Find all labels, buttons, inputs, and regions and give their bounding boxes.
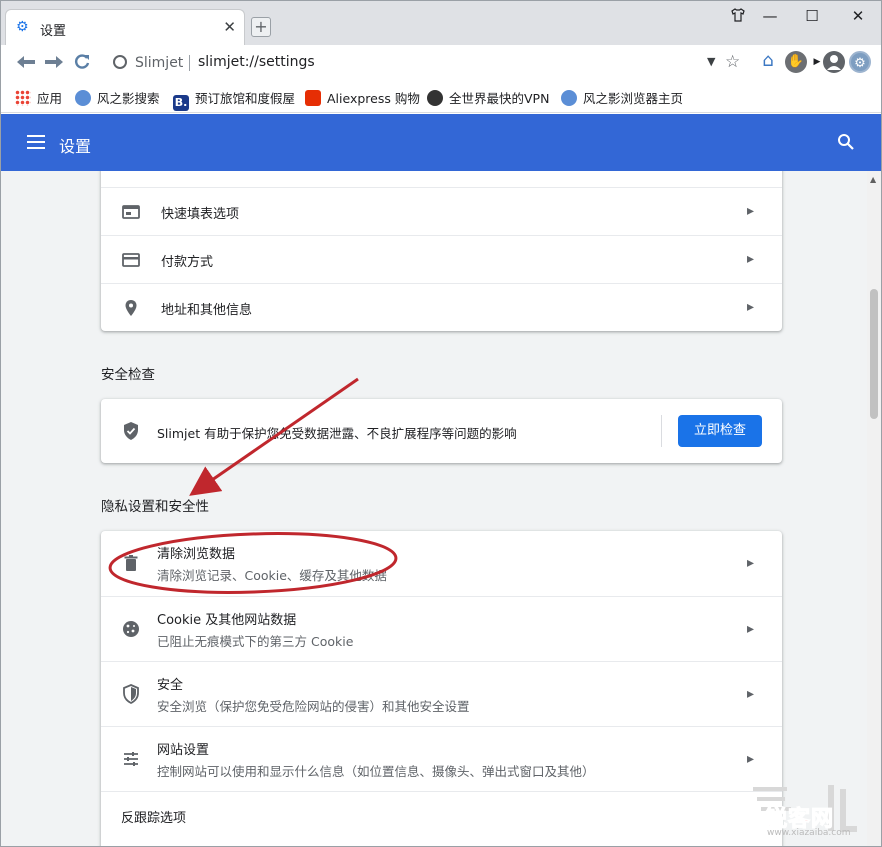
bookmark-vpn[interactable]: 全世界最快的VPN bbox=[427, 88, 549, 107]
payment-row[interactable]: 付款方式 ▸ bbox=[101, 235, 782, 283]
settings-header: 设置 bbox=[1, 114, 881, 171]
bookmark-search[interactable]: 风之影搜索 bbox=[75, 88, 160, 107]
close-tab-icon[interactable]: ✕ bbox=[223, 18, 236, 36]
search-icon[interactable] bbox=[837, 133, 855, 151]
reload-icon[interactable] bbox=[73, 53, 91, 76]
chevron-right-icon: ▸ bbox=[746, 686, 754, 702]
credit-card-icon bbox=[121, 250, 141, 270]
site-settings-row[interactable]: 网站设置 控制网站可以使用和显示什么信息（如位置信息、摄像头、弹出式窗口及其他）… bbox=[101, 726, 782, 791]
scrollbar[interactable]: ▲ bbox=[867, 171, 881, 846]
scroll-thumb[interactable] bbox=[870, 289, 878, 419]
bookmark-homepage[interactable]: 风之影浏览器主页 bbox=[561, 88, 683, 107]
clear-browsing-data-row[interactable]: 清除浏览数据 清除浏览记录、Cookie、缓存及其他数据 ▸ bbox=[101, 531, 782, 596]
page-title: 设置 bbox=[59, 137, 92, 156]
bookmark-label: 风之影浏览器主页 bbox=[583, 91, 684, 106]
bookmark-apps[interactable]: 应用 bbox=[15, 88, 62, 107]
omnibox-divider bbox=[189, 55, 190, 71]
watermark: 锐客网 www.xiazaiba.com bbox=[747, 783, 867, 839]
home-icon[interactable]: ⌂ bbox=[757, 51, 779, 73]
row-label: 清除浏览数据 bbox=[157, 547, 236, 562]
hand-icon[interactable]: ✋ bbox=[785, 51, 807, 73]
bookmark-label: 预订旅馆和度假屋 bbox=[195, 91, 296, 106]
privacy-card: 清除浏览数据 清除浏览记录、Cookie、缓存及其他数据 ▸ Cookie 及其… bbox=[101, 531, 782, 846]
toolbar: Slimjet slimjet://settings ▼ ☆ ⌂ ✋ ▶ ⚙ bbox=[1, 45, 881, 81]
url-text[interactable]: slimjet://settings bbox=[198, 54, 315, 70]
row-sublabel: 已阻止无痕模式下的第三方 Cookie bbox=[157, 634, 354, 649]
shield-check-icon bbox=[121, 421, 141, 441]
location-pin-icon bbox=[121, 298, 141, 318]
dropdown-arrow-icon[interactable]: ▼ bbox=[707, 55, 715, 68]
address-row[interactable]: 地址和其他信息 ▸ bbox=[101, 283, 782, 331]
row-label: 快速填表选项 bbox=[161, 207, 240, 222]
settings-content: 快速填表选项 ▸ 付款方式 ▸ 地址和其他信息 ▸ 安全检查 Slimjet 有… bbox=[1, 171, 867, 846]
chevron-right-icon: ▸ bbox=[746, 299, 754, 315]
cookies-row[interactable]: Cookie 及其他网站数据 已阻止无痕模式下的第三方 Cookie ▸ bbox=[101, 596, 782, 661]
browser-window: ⚙ 设置 ✕ + — ☐ ✕ Slimjet slimjet://setting… bbox=[0, 0, 882, 847]
tab-title: 设置 bbox=[40, 24, 67, 39]
bookmark-star-icon[interactable]: ☆ bbox=[725, 52, 740, 72]
safety-check-card: Slimjet 有助于保护您免受数据泄露、不良扩展程序等问题的影响 立即检查 bbox=[101, 399, 782, 463]
chevron-right-icon: ▸ bbox=[746, 621, 754, 637]
row-label: 付款方式 bbox=[161, 255, 214, 270]
watermark-url: www.xiazaiba.com bbox=[767, 828, 851, 838]
chevron-right-icon: ▸ bbox=[746, 203, 754, 219]
trash-icon bbox=[121, 553, 141, 573]
address-bar[interactable]: Slimjet slimjet://settings ▼ ☆ bbox=[101, 49, 751, 77]
profile-icon[interactable] bbox=[823, 51, 845, 73]
forward-arrow-icon[interactable] bbox=[43, 53, 65, 76]
maximize-button[interactable]: ☐ bbox=[797, 7, 827, 25]
bookmark-booking[interactable]: B. 预订旅馆和度假屋 bbox=[173, 88, 295, 111]
chevron-right-icon: ▸ bbox=[746, 751, 754, 767]
site-info-icon[interactable] bbox=[113, 55, 127, 69]
bookmark-label: 应用 bbox=[37, 91, 63, 106]
safety-check-description: Slimjet 有助于保护您免受数据泄露、不良扩展程序等问题的影响 bbox=[157, 426, 517, 441]
tab-settings[interactable]: ⚙ 设置 ✕ bbox=[5, 9, 245, 45]
row-sublabel: 控制网站可以使用和显示什么信息（如位置信息、摄像头、弹出式窗口及其他） bbox=[157, 764, 595, 779]
section-title-safety: 安全检查 bbox=[101, 367, 155, 383]
anti-tracking-row[interactable]: 反跟踪选项 bbox=[101, 791, 782, 843]
autofill-row[interactable]: 快速填表选项 ▸ bbox=[101, 187, 782, 235]
sliders-icon bbox=[121, 749, 141, 769]
globe-icon bbox=[561, 90, 577, 106]
bookmarks-bar: 应用 风之影搜索 B. 预订旅馆和度假屋 Aliexpress 购物 全世界最快的… bbox=[1, 81, 881, 113]
new-tab-button[interactable]: + bbox=[251, 17, 271, 37]
vpn-icon bbox=[427, 90, 443, 106]
title-bar: ⚙ 设置 ✕ + — ☐ ✕ bbox=[1, 1, 881, 45]
chevron-right-icon: ▸ bbox=[746, 555, 754, 571]
section-title-privacy: 隐私设置和安全性 bbox=[101, 499, 209, 515]
bookmark-label: 风之影搜索 bbox=[97, 91, 160, 106]
back-arrow-icon[interactable] bbox=[15, 53, 37, 76]
play-arrow-icon[interactable]: ▶ bbox=[813, 51, 821, 73]
row-label: Cookie 及其他网站数据 bbox=[157, 613, 297, 628]
scroll-up-arrow-icon[interactable]: ▲ bbox=[870, 175, 876, 184]
cookie-icon bbox=[121, 619, 141, 639]
booking-icon: B. bbox=[173, 95, 189, 111]
minimize-button[interactable]: — bbox=[755, 7, 785, 25]
settings-gear-icon[interactable]: ⚙ bbox=[849, 51, 871, 73]
shield-icon bbox=[121, 684, 141, 705]
menu-icon[interactable] bbox=[27, 135, 45, 149]
row-label: 网站设置 bbox=[157, 743, 210, 758]
bookmark-aliexpress[interactable]: Aliexpress 购物 bbox=[305, 88, 420, 107]
globe-icon bbox=[75, 90, 91, 106]
close-window-button[interactable]: ✕ bbox=[843, 7, 873, 25]
row-sublabel: 安全浏览（保护您免受危险网站的侵害）和其他安全设置 bbox=[157, 699, 470, 714]
row-label: 地址和其他信息 bbox=[161, 303, 253, 318]
apps-icon bbox=[15, 90, 31, 106]
row-label: 安全 bbox=[157, 678, 184, 693]
chevron-right-icon: ▸ bbox=[746, 251, 754, 267]
bookmark-label: Aliexpress 购物 bbox=[327, 91, 420, 106]
bookmark-label: 全世界最快的VPN bbox=[449, 91, 550, 106]
aliexpress-icon bbox=[305, 90, 321, 106]
divider bbox=[661, 415, 662, 447]
form-icon bbox=[121, 202, 141, 222]
omnibox-brand: Slimjet bbox=[135, 55, 184, 71]
security-row[interactable]: 安全 安全浏览（保护您免受危险网站的侵害）和其他安全设置 ▸ bbox=[101, 661, 782, 726]
autofill-card: 快速填表选项 ▸ 付款方式 ▸ 地址和其他信息 ▸ bbox=[101, 171, 782, 331]
shirt-icon[interactable] bbox=[723, 7, 753, 27]
row-sublabel: 清除浏览记录、Cookie、缓存及其他数据 bbox=[157, 568, 387, 583]
row-label: 反跟踪选项 bbox=[121, 811, 187, 826]
gear-icon: ⚙ bbox=[16, 19, 29, 35]
check-now-button[interactable]: 立即检查 bbox=[678, 415, 762, 447]
